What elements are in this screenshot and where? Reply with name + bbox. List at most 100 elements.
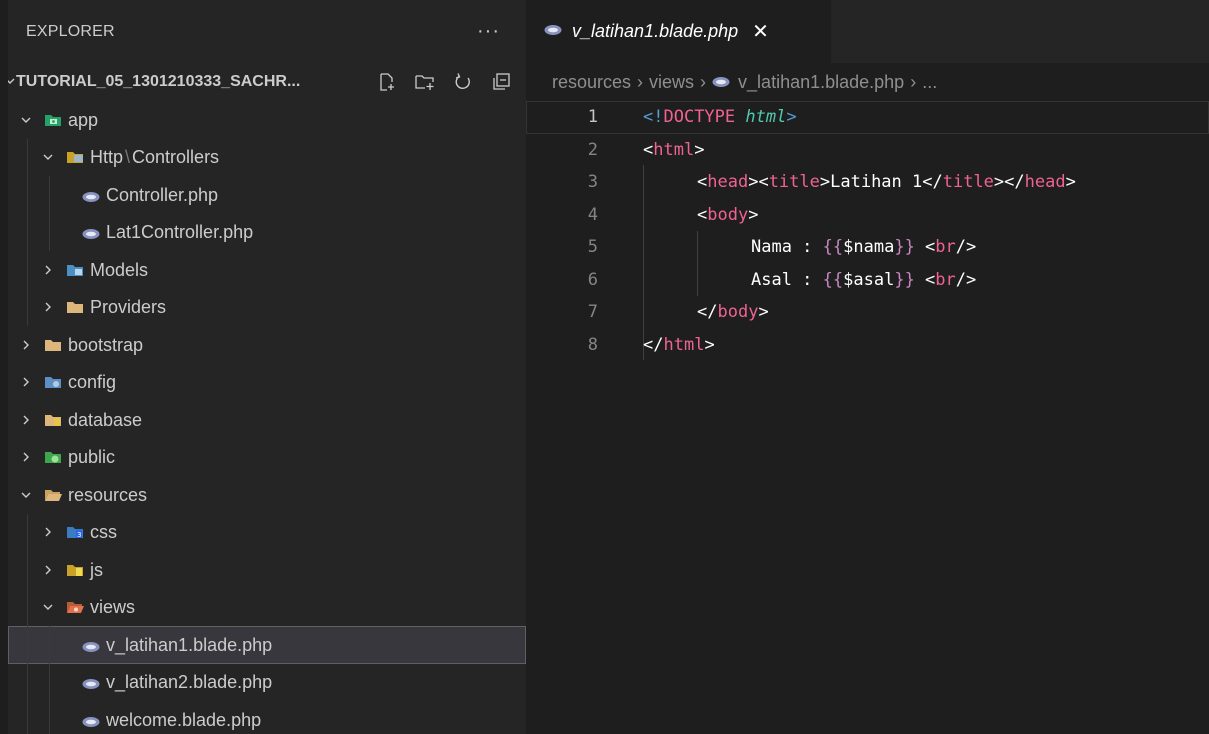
code-line-1: 1 <!DOCTYPE html>	[526, 101, 1209, 134]
php-file-icon	[712, 76, 730, 88]
tab-v-latihan1[interactable]: v_latihan1.blade.php ✕	[526, 0, 831, 63]
chevron-right-icon	[38, 300, 58, 314]
chevron-down-icon	[8, 74, 16, 90]
breadcrumb: resources › views › v_latihan1.blade.php…	[526, 63, 1209, 101]
token: }}	[894, 237, 915, 258]
tree-item-label: resources	[68, 484, 148, 505]
line-text: <html>	[643, 140, 704, 160]
token: </	[643, 334, 664, 355]
tree-item-label: Controller.php	[106, 184, 219, 205]
tree-item-welcome-blade-php[interactable]: welcome.blade.php	[8, 701, 526, 734]
svg-text:3: 3	[77, 531, 81, 539]
token: body	[707, 204, 749, 225]
new-file-icon[interactable]	[374, 69, 400, 95]
more-actions-icon[interactable]: ···	[477, 20, 500, 43]
refresh-icon[interactable]	[450, 69, 476, 95]
code-editor[interactable]: 1 <!DOCTYPE html> 2 <html> 3 <head><titl…	[526, 101, 1209, 361]
tree-item-label: Http \ Controllers	[90, 148, 219, 166]
chevron-down-icon	[38, 600, 58, 614]
tab-bar: v_latihan1.blade.php ✕	[526, 0, 1209, 63]
tree-item-views[interactable]: views	[8, 588, 526, 626]
chevron-right-icon	[16, 450, 36, 464]
folder-database-icon	[44, 412, 62, 428]
tree-item-label: css	[90, 522, 117, 543]
indent-guide	[27, 251, 28, 289]
code-line-2: 2 <html>	[526, 134, 1209, 167]
tree-item-lat1controller-php[interactable]: Lat1Controller.php	[8, 213, 526, 251]
tree-item-js[interactable]: js	[8, 551, 526, 589]
breadcrumb-item[interactable]: resources	[552, 72, 631, 93]
token: Nama :	[751, 237, 823, 258]
token: >	[694, 139, 705, 160]
tab-label: v_latihan1.blade.php	[572, 21, 739, 41]
indent-guide	[49, 176, 50, 214]
token: title	[768, 172, 820, 193]
folder-open-icon	[44, 487, 62, 503]
token: head	[1024, 172, 1066, 193]
tree-item-providers[interactable]: Providers	[8, 288, 526, 326]
indent-guide	[27, 513, 28, 551]
line-text: </html>	[643, 335, 715, 355]
token: <	[643, 139, 654, 160]
chevron-right-icon	[16, 413, 36, 427]
tree-item-resources[interactable]: resources	[8, 476, 526, 514]
tree-item-v-latihan2-blade-php[interactable]: v_latihan2.blade.php	[8, 663, 526, 701]
editor-area: v_latihan1.blade.php ✕ resources › views…	[526, 0, 1209, 734]
php-file-icon	[82, 224, 100, 240]
tree-item-models[interactable]: Models	[8, 251, 526, 289]
new-folder-icon[interactable]	[412, 69, 438, 95]
tree-item-label: Models	[90, 259, 149, 280]
token: ></	[993, 172, 1025, 193]
token: >	[1065, 172, 1076, 193]
code-line-5: 5 Nama : {{$nama}} <br/>	[526, 231, 1209, 264]
close-icon[interactable]: ✕	[752, 19, 769, 44]
activity-bar-edge	[0, 0, 8, 734]
line-number: 5	[587, 237, 598, 258]
tree-item-label: v_latihan1.blade.php	[106, 634, 273, 655]
token: <	[697, 172, 708, 193]
token: >	[748, 204, 759, 225]
tree-item-http-controllers[interactable]: Http \ Controllers	[8, 138, 526, 176]
token: title	[942, 172, 994, 193]
token: html	[663, 334, 705, 355]
tree-item-controller-php[interactable]: Controller.php	[8, 176, 526, 214]
workspace-header[interactable]: TUTORIAL_05_1301210333_SACHR...	[8, 63, 526, 101]
explorer-sidebar: EXPLORER ··· TUTORIAL_05_1301210333_SACH…	[8, 0, 526, 734]
chevron-right-icon	[38, 563, 58, 577]
collapse-all-icon[interactable]	[488, 69, 514, 95]
chevron-right-icon: ›	[910, 71, 917, 92]
explorer-actions	[374, 69, 514, 95]
folder-models-icon	[66, 262, 84, 278]
php-file-icon	[82, 187, 100, 203]
php-file-icon	[82, 637, 100, 653]
breadcrumb-item[interactable]: views	[649, 72, 694, 93]
line-number: 3	[587, 172, 598, 193]
chevron-right-icon	[38, 263, 58, 277]
tree-item-public[interactable]: public	[8, 439, 526, 477]
php-file-icon	[82, 712, 100, 728]
tree-item-label: welcome.blade.php	[106, 709, 262, 730]
token: <	[914, 269, 936, 290]
tree-item-css[interactable]: 3 css	[8, 513, 526, 551]
code-line-6: 6 Asal : {{$asal}} <br/>	[526, 264, 1209, 297]
tree-item-bootstrap[interactable]: bootstrap	[8, 326, 526, 364]
tree-item-config[interactable]: config	[8, 364, 526, 402]
folder-icon	[44, 337, 62, 353]
line-number: 2	[587, 139, 598, 160]
token: >	[704, 334, 715, 355]
folder-app-icon	[44, 112, 62, 128]
line-text: <!DOCTYPE html>	[643, 107, 797, 127]
breadcrumb-item-file[interactable]: v_latihan1.blade.php	[712, 72, 904, 93]
tree-item-label-part: Controllers	[132, 147, 220, 168]
breadcrumb-item[interactable]: ...	[922, 72, 937, 93]
line-text: Asal : {{$asal}} <br/>	[751, 270, 976, 290]
token: </	[697, 302, 718, 323]
tree-item-label: database	[68, 409, 143, 430]
tree-item-v-latihan1-blade-php[interactable]: v_latihan1.blade.php	[8, 626, 526, 664]
tree-item-app[interactable]: app	[8, 101, 526, 139]
breadcrumb-file-label: v_latihan1.blade.php	[738, 71, 905, 92]
tree-item-label: js	[90, 559, 103, 580]
token: </	[922, 172, 943, 193]
token: html	[653, 139, 695, 160]
tree-item-database[interactable]: database	[8, 401, 526, 439]
